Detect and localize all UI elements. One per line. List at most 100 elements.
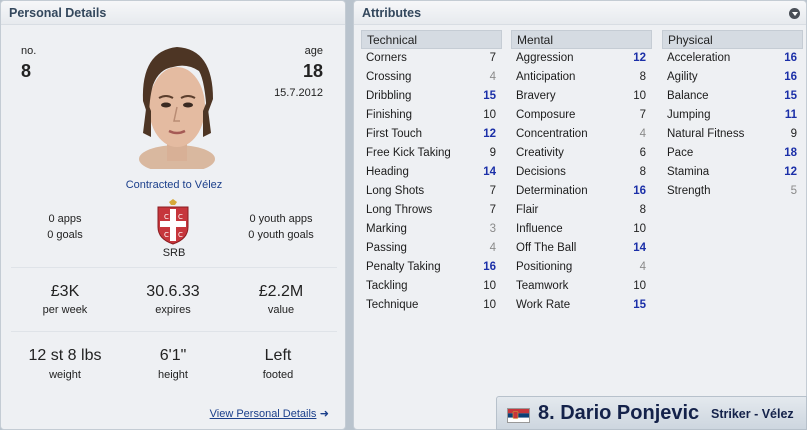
physical-column: Physical Acceleration 16 Agility 16 Balance 1…: [662, 30, 803, 201]
attribute-value: 4: [489, 71, 496, 83]
attribute-row: Free Kick Taking 9: [361, 144, 502, 163]
contract-club-link[interactable]: Contracted to Vélez: [126, 179, 223, 191]
technical-column: Technical Corners 7 Crossing 4 Dribbling 15 Fi…: [361, 30, 502, 315]
attribute-value: 10: [483, 109, 496, 121]
player-position-club: Striker - Vélez: [711, 407, 794, 421]
age-label: age: [304, 45, 323, 57]
attribute-value: 16: [633, 185, 646, 197]
attribute-name: Technique: [366, 299, 419, 311]
attribute-value: 14: [483, 166, 496, 178]
attribute-name: Stamina: [667, 166, 710, 178]
attribute-value: 15: [483, 90, 496, 102]
attribute-value: 10: [633, 90, 646, 102]
apps-count: 0 apps: [48, 213, 82, 225]
attribute-name: Bravery: [516, 90, 556, 102]
attribute-row: Long Shots 7: [361, 182, 502, 201]
player-name: 8. Dario Ponjevic: [538, 402, 700, 424]
personal-details-panel: Personal Details no. 8 age 18 15.7.2012 …: [0, 0, 346, 430]
attribute-name: Agility: [667, 71, 698, 83]
svg-text:C: C: [178, 231, 183, 239]
attribute-value: 16: [483, 261, 496, 273]
attribute-row: Penalty Taking 16: [361, 258, 502, 277]
attribute-name: Strength: [667, 185, 711, 197]
attribute-row: Tackling 10: [361, 277, 502, 296]
divider: [11, 267, 337, 268]
attribute-row: Off The Ball 14: [511, 239, 652, 258]
attribute-name: Crossing: [366, 71, 412, 83]
market-value-label: value: [267, 304, 295, 316]
mental-header: Mental: [511, 30, 652, 49]
number-label: no.: [21, 45, 37, 57]
attribute-value: 8: [639, 71, 646, 83]
wage-label: per week: [42, 304, 88, 316]
view-personal-details-label: View Personal Details: [209, 408, 317, 420]
attribute-row: Balance 15: [662, 87, 803, 106]
attribute-name: Aggression: [516, 52, 574, 64]
attribute-name: Passing: [366, 242, 407, 254]
attribute-name: Acceleration: [667, 52, 731, 64]
attribute-name: Work Rate: [516, 299, 571, 311]
shirt-number: 8: [21, 61, 32, 81]
physical-header: Physical: [662, 30, 803, 49]
attributes-title: Attributes: [354, 1, 806, 25]
svg-text:C: C: [164, 231, 169, 239]
attribute-row: Natural Fitness 9: [662, 125, 803, 144]
svg-text:C: C: [178, 213, 183, 221]
attribute-row: Agility 16: [662, 68, 803, 87]
weight-value: 12 st 8 lbs: [28, 347, 102, 364]
chevron-down-circle-icon[interactable]: [789, 8, 800, 19]
weight-label: weight: [49, 369, 81, 381]
attribute-name: Penalty Taking: [366, 261, 441, 273]
attribute-name: Tackling: [366, 280, 408, 292]
attribute-value: 5: [790, 185, 797, 197]
attribute-row: Positioning 4: [511, 258, 652, 277]
attribute-row: Stamina 12: [662, 163, 803, 182]
attribute-value: 14: [633, 242, 646, 254]
attribute-name: Flair: [516, 204, 539, 216]
mental-column: Mental Aggression 12 Anticipation 8 Bravery 1…: [511, 30, 652, 315]
attribute-row: Jumping 11: [662, 106, 803, 125]
attribute-value: 12: [633, 52, 646, 64]
attribute-name: Creativity: [516, 147, 564, 159]
attribute-row: Pace 18: [662, 144, 803, 163]
attribute-value: 7: [639, 109, 646, 121]
attribute-value: 15: [784, 90, 797, 102]
view-personal-details-link[interactable]: View Personal Details ➜: [210, 406, 329, 420]
attribute-row: Influence 10: [511, 220, 652, 239]
attributes-panel: Attributes Technical Corners 7 Crossing 4 Dr…: [353, 0, 807, 430]
attribute-name: Concentration: [516, 128, 588, 140]
attribute-value: 10: [633, 280, 646, 292]
technical-header: Technical: [361, 30, 502, 49]
attribute-row: Flair 8: [511, 201, 652, 220]
attribute-name: Teamwork: [516, 280, 569, 292]
attribute-value: 8: [639, 204, 646, 216]
attribute-row: Heading 14: [361, 163, 502, 182]
serbia-crest-icon: C C C C: [155, 199, 191, 245]
attribute-value: 4: [639, 261, 646, 273]
attribute-value: 3: [489, 223, 496, 235]
attribute-row: Creativity 6: [511, 144, 652, 163]
attribute-value: 4: [639, 128, 646, 140]
attribute-name: Heading: [366, 166, 409, 178]
attribute-value: 9: [489, 147, 496, 159]
personal-details-title: Personal Details: [1, 1, 345, 25]
date-of-birth: 15.7.2012: [274, 87, 323, 99]
attribute-name: Decisions: [516, 166, 566, 178]
divider: [11, 331, 337, 332]
attribute-name: Long Shots: [366, 185, 425, 197]
svg-text:C: C: [164, 213, 169, 221]
attribute-row: Decisions 8: [511, 163, 652, 182]
attribute-value: 10: [483, 280, 496, 292]
attribute-name: Influence: [516, 223, 563, 235]
age-value: 18: [302, 61, 323, 81]
attribute-name: Marking: [366, 223, 407, 235]
attribute-row: Dribbling 15: [361, 87, 502, 106]
attribute-name: Finishing: [366, 109, 413, 121]
attribute-value: 18: [784, 147, 797, 159]
attribute-name: Determination: [516, 185, 588, 197]
attribute-value: 9: [790, 128, 797, 140]
attribute-value: 7: [489, 204, 496, 216]
preferred-foot-label: footed: [262, 369, 294, 381]
market-value: £2.2M: [258, 283, 304, 300]
attribute-value: 11: [784, 109, 797, 121]
